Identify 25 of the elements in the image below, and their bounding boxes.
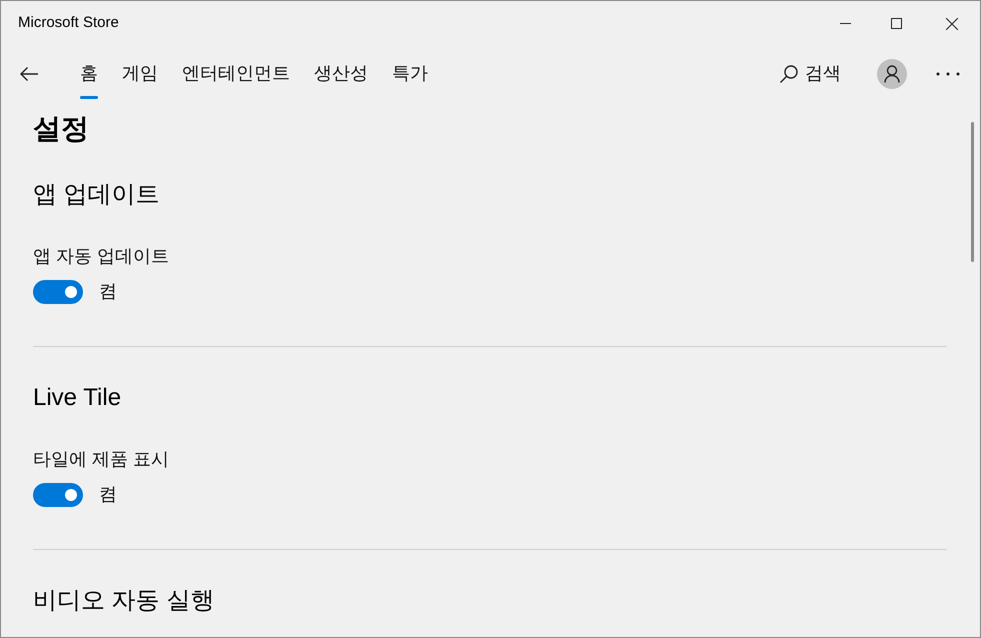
page-title: 설정 — [33, 112, 90, 146]
maximize-icon — [890, 18, 902, 29]
toggle-switch[interactable] — [33, 280, 83, 304]
nav-tab[interactable]: 엔터테인먼트 — [171, 46, 301, 101]
search-button[interactable]: 검색 — [775, 46, 845, 101]
close-icon — [946, 18, 958, 30]
more-icon — [936, 72, 960, 76]
setting-label: 앱 자동 업데이트 — [33, 245, 170, 268]
toggle-state: 켬 — [99, 280, 117, 303]
search-icon — [779, 64, 799, 84]
nav-tab[interactable]: 특가 — [381, 46, 439, 101]
section-heading: 앱 업데이트 — [33, 180, 161, 210]
scrollbar-thumb[interactable] — [971, 122, 974, 262]
back-arrow-icon — [19, 66, 39, 82]
window-title: Microsoft Store — [18, 13, 119, 34]
setting-label: 타일에 제품 표시 — [33, 448, 170, 471]
nav-tab[interactable]: 홈 — [69, 46, 109, 101]
toggle-state: 켬 — [99, 483, 117, 506]
section-heading: 비디오 자동 실행 — [33, 586, 216, 616]
person-icon — [884, 64, 900, 82]
nav-tab[interactable]: 게임 — [111, 46, 169, 101]
account-avatar[interactable] — [877, 58, 907, 88]
section-heading: Live Tile — [33, 383, 122, 413]
nav-tab[interactable]: 생산성 — [303, 46, 379, 101]
toggle-switch[interactable] — [33, 482, 83, 506]
